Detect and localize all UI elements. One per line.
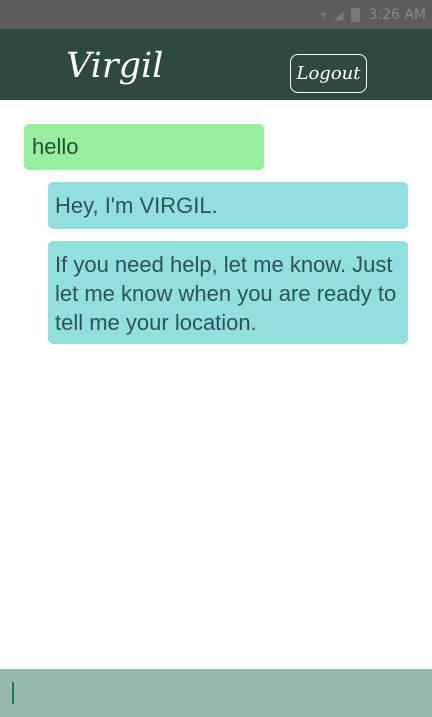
chat-area[interactable]: hello Hey, I'm VIRGIL. If you need help,… [0,100,432,669]
app-header: Virgil Logout [0,29,432,100]
bot-message-bubble: If you need help, let me know. Just let … [48,241,408,344]
input-bar [0,669,432,717]
bot-message-bubble: Hey, I'm VIRGIL. [48,182,408,229]
app-title: Virgil [66,46,164,86]
logout-button[interactable]: Logout [290,54,367,93]
wifi-icon: ▾ [320,7,327,22]
text-cursor [12,682,14,704]
signal-icon: ◢ [334,7,344,22]
status-bar: ▾ ◢ 3:26 AM [0,0,432,29]
battery-icon [351,7,361,22]
message-input[interactable] [0,669,432,717]
user-message-bubble: hello [24,124,264,170]
status-time: 3:26 AM [368,6,426,23]
